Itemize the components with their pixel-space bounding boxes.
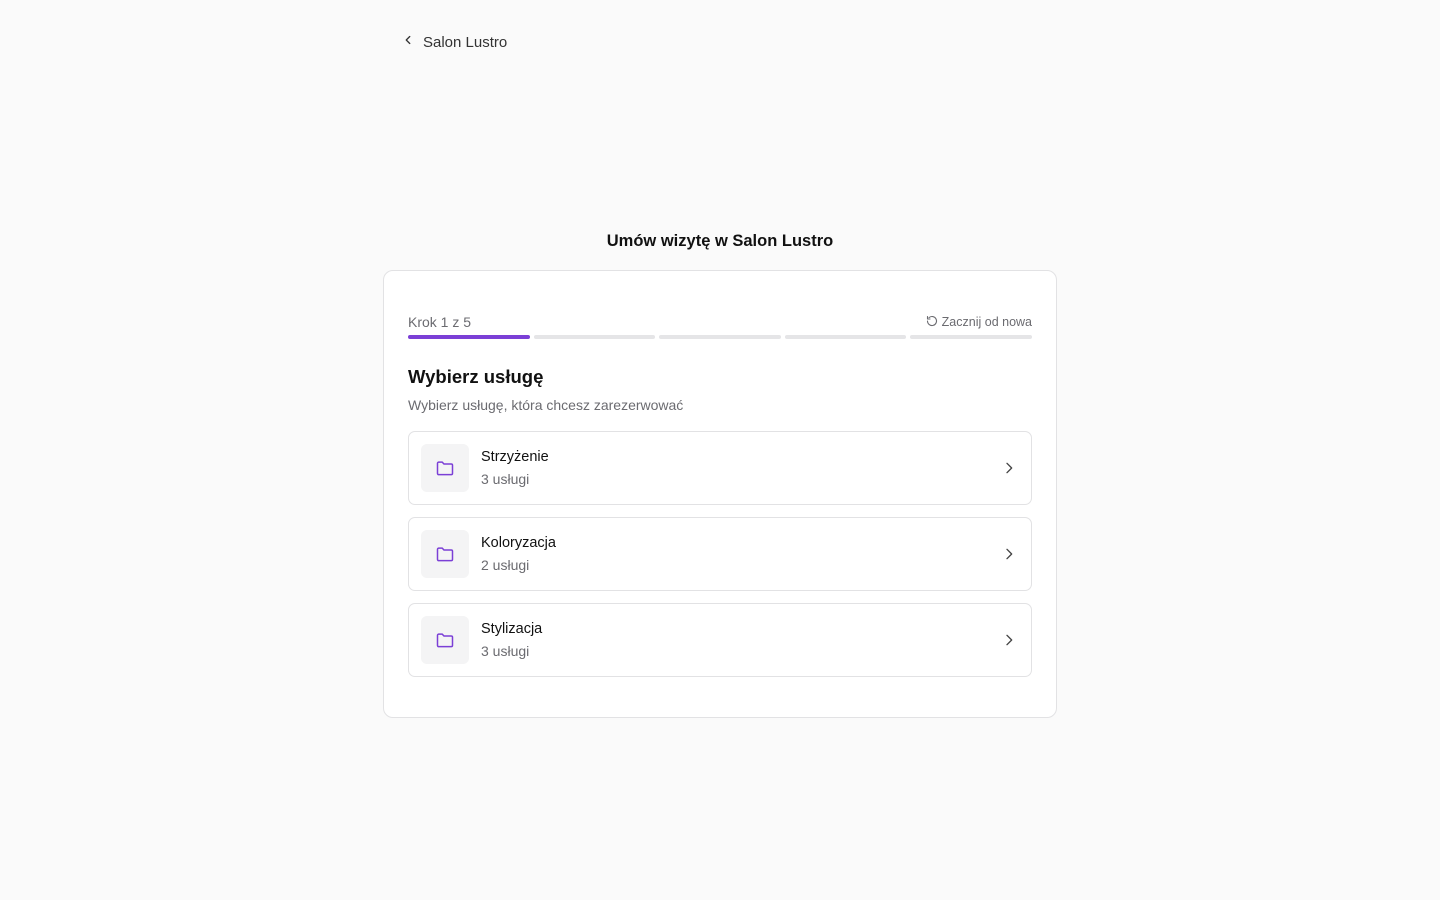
folder-icon	[421, 444, 469, 492]
booking-card: Krok 1 z 5 Zacznij od nowa Wybierz usług…	[383, 270, 1057, 718]
category-item-koloryzacja[interactable]: Koloryzacja 2 usługi	[408, 517, 1032, 591]
category-name: Strzyżenie	[481, 449, 549, 465]
folder-icon	[421, 530, 469, 578]
progress-segment-4	[784, 335, 907, 339]
section-subtitle: Wybierz usługę, która chcesz zarezerwowa…	[408, 397, 684, 413]
category-count: 2 usługi	[481, 557, 530, 573]
folder-icon	[421, 616, 469, 664]
category-count: 3 usługi	[481, 643, 530, 659]
chevron-left-icon	[401, 33, 415, 51]
back-link[interactable]: Salon Lustro	[401, 31, 507, 53]
page-title: Umów wizytę w Salon Lustro	[606, 232, 834, 250]
restart-label: Zacznij od nowa	[941, 315, 1032, 329]
category-count: 3 usługi	[481, 471, 530, 487]
category-list: Strzyżenie 3 usługi Koloryzacja 2 usługi	[408, 431, 1032, 689]
progress-segment-3	[659, 335, 781, 339]
progress-segment-5	[910, 335, 1032, 339]
refresh-icon	[926, 315, 938, 330]
category-item-strzyzenie[interactable]: Strzyżenie 3 usługi	[408, 431, 1032, 505]
progress-segment-1	[408, 335, 530, 339]
step-header: Krok 1 z 5 Zacznij od nowa	[408, 313, 1032, 331]
back-link-label: Salon Lustro	[423, 33, 508, 51]
chevron-right-icon	[1001, 632, 1017, 648]
chevron-right-icon	[1001, 460, 1017, 476]
progress-bar	[408, 335, 1032, 339]
step-indicator: Krok 1 z 5	[408, 314, 472, 330]
category-name: Stylizacja	[481, 621, 543, 637]
restart-button[interactable]: Zacznij od nowa	[926, 315, 1032, 330]
progress-segment-2	[533, 335, 656, 339]
category-name: Koloryzacja	[481, 535, 556, 551]
section-title: Wybierz usługę	[408, 366, 544, 387]
chevron-right-icon	[1001, 546, 1017, 562]
category-item-stylizacja[interactable]: Stylizacja 3 usługi	[408, 603, 1032, 677]
